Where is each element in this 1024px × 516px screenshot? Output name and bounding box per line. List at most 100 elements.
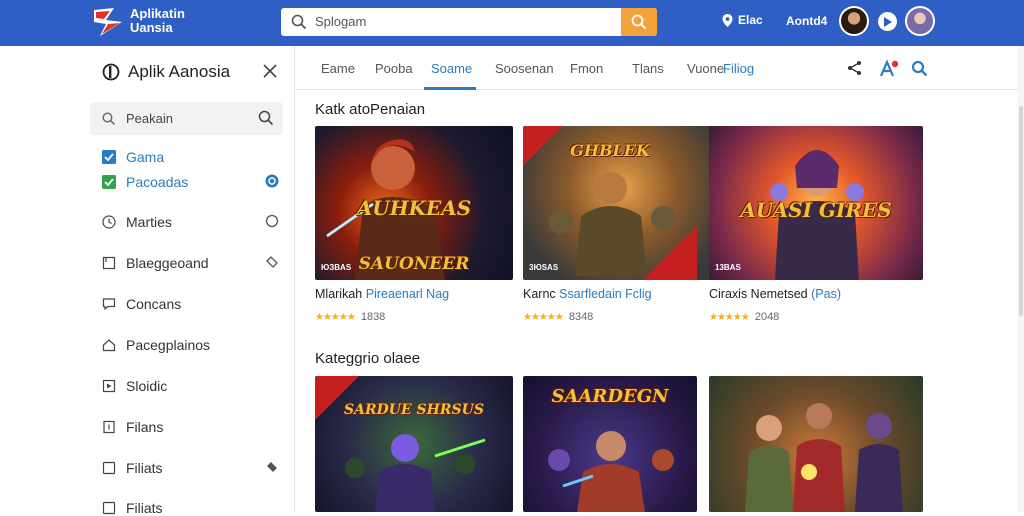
search-button-icon [631, 14, 647, 30]
game-rating: ★★★★★ 2048 [709, 311, 779, 323]
rating-count: 8348 [568, 311, 594, 323]
play-icon[interactable] [878, 12, 897, 31]
search-submit-icon[interactable] [258, 110, 274, 126]
tab-eame[interactable]: Eame [321, 61, 355, 76]
checkbox-icon[interactable] [102, 501, 116, 515]
game-art-title: AUHKEAS [356, 196, 472, 220]
game-art-title: AUASI GIRES [740, 198, 892, 222]
sidebar-item-label: Pacegplainos [126, 337, 211, 353]
avatar[interactable] [839, 6, 869, 36]
game-art-title: GHBLEK [570, 141, 650, 160]
app-logo-icon[interactable] [92, 6, 126, 38]
game-art-title: SAARDEGN [551, 386, 669, 407]
sidebar-item-label: Concans [126, 296, 182, 312]
sidebar-item-label: Pacoadas [126, 174, 189, 190]
scrollbar[interactable] [1018, 46, 1024, 512]
game-card-image[interactable] [709, 376, 923, 512]
checked-box-icon [102, 150, 116, 164]
rating-count: 2048 [754, 311, 780, 323]
media-icon [102, 379, 116, 393]
sidebar-item-blaeggeoand[interactable]: Blaeggeoand [102, 255, 282, 271]
tab-soosenan[interactable]: Soosenan [495, 61, 554, 76]
notification-icon[interactable] [879, 60, 899, 78]
app-logo-text[interactable]: Aplikatin Uansia [130, 7, 185, 35]
sidebar-item-label: Sloidic [126, 378, 168, 394]
tab-pooba[interactable]: Pooba [375, 61, 413, 76]
sidebar-item-marties[interactable]: Marties [102, 214, 282, 230]
logo-line-1: Aplikatin [130, 6, 185, 21]
game-card-image[interactable]: AUASI GIRES 13BAS [709, 126, 923, 280]
game-art-tag: 13BAS [715, 263, 741, 272]
sidebar: Aplik Aanosia Peakain Gama Pacoadas Mart… [0, 46, 295, 516]
radio-icon[interactable] [265, 214, 279, 228]
verified-icon [265, 174, 279, 188]
game-card-image[interactable]: AUHKEAS SAUONEER ЮЗBAS [315, 126, 513, 280]
checkbox-icon[interactable] [102, 461, 116, 475]
scrollbar-thumb[interactable] [1019, 106, 1023, 316]
location-label: Elac [738, 13, 763, 27]
chat-icon [102, 298, 116, 311]
search-icon[interactable] [911, 60, 928, 77]
game-card-image[interactable]: GHBLEK 3ЮSAS [523, 126, 721, 280]
sidebar-item-gama[interactable]: Gama [102, 149, 282, 165]
sidebar-item-label: Gama [126, 149, 165, 165]
game-title[interactable]: Ciraxis Nemetsed (Pas) [709, 287, 841, 301]
sidebar-title: Aplik Aanosia [128, 62, 231, 81]
tag-icon[interactable] [265, 255, 279, 269]
sidebar-item-label: Blaeggeoand [126, 255, 209, 271]
sidebar-item-label: Filans [126, 419, 164, 435]
tag-icon[interactable] [265, 460, 279, 474]
game-art-tag: ЮЗBAS [321, 263, 352, 272]
game-rating: ★★★★★ 1838 [315, 311, 385, 323]
sidebar-item-pacegplainos[interactable]: Pacegplainos [102, 337, 282, 353]
game-art-tag: 3ЮSAS [529, 263, 559, 272]
top-bar: Aplikatin Uansia Splogam Elac Aontd4 [0, 0, 1024, 46]
app-mark-icon [102, 63, 120, 81]
sidebar-header: Aplik Aanosia [102, 62, 230, 82]
section-title: Katk atoPenaian [315, 101, 426, 118]
game-title[interactable]: Karnc Ssarfledain Fclig [523, 287, 652, 301]
sidebar-item-sloidic[interactable]: Sloidic [102, 378, 282, 394]
section-title: Kateggrio olaee [315, 350, 421, 367]
tab-tlans[interactable]: Tlans [632, 61, 664, 76]
game-title-highlight: Pireaenarl Nag [365, 287, 450, 301]
close-icon[interactable] [262, 63, 278, 79]
game-title-prefix: Mlarikah [315, 287, 363, 301]
star-rating-icon: ★★★★★ [315, 311, 356, 323]
global-search[interactable]: Splogam [281, 8, 657, 36]
sidebar-item-concans[interactable]: Concans [102, 296, 282, 312]
game-rating: ★★★★★ 8348 [523, 311, 593, 323]
profile-avatar[interactable] [905, 6, 935, 36]
share-icon[interactable] [847, 60, 863, 76]
game-title-highlight: Ssarfledain Fclig [559, 287, 652, 301]
game-title[interactable]: Mlarikah Pireaenarl Nag [315, 287, 449, 301]
location-selector[interactable]: Elac [722, 13, 763, 27]
tab-bar: Eame Pooba Soame Soosenan Fmon Tlans Vuo… [296, 46, 1024, 90]
game-card-image[interactable]: SAARDEGN [523, 376, 697, 512]
tab-soame[interactable]: Soame [431, 61, 472, 76]
sidebar-item-filans[interactable]: Filans [102, 419, 282, 435]
search-input[interactable]: Splogam [315, 14, 366, 29]
sidebar-item-pacoadas[interactable]: Pacoadas [102, 174, 282, 190]
game-card-image[interactable]: SARDUE SHRSUS [315, 376, 513, 512]
sidebar-item-filiats-2[interactable]: Filiats [102, 500, 282, 516]
game-art [745, 403, 903, 512]
logo-line-2: Uansia [130, 20, 173, 35]
tab-fmon[interactable]: Fmon [570, 61, 603, 76]
clock-icon [102, 215, 116, 229]
game-title-prefix: Karnc [523, 287, 556, 301]
tab-vuone[interactable]: Vuone [687, 61, 724, 76]
sidebar-search[interactable]: Peakain [90, 102, 283, 135]
game-title-highlight: (Pas) [811, 287, 841, 301]
sidebar-search-input[interactable]: Peakain [126, 111, 173, 126]
file-icon [103, 420, 115, 434]
search-icon [291, 14, 307, 30]
home-icon [102, 339, 116, 352]
tab-filiog[interactable]: Filiog [723, 61, 754, 76]
sidebar-item-filiats[interactable]: Filiats [102, 460, 282, 476]
sidebar-item-label: Marties [126, 214, 172, 230]
account-link[interactable]: Aontd4 [786, 14, 827, 28]
play-triangle-icon [884, 16, 892, 27]
search-button[interactable] [621, 8, 657, 36]
game-art-title: SARDUE SHRSUS [344, 402, 484, 418]
